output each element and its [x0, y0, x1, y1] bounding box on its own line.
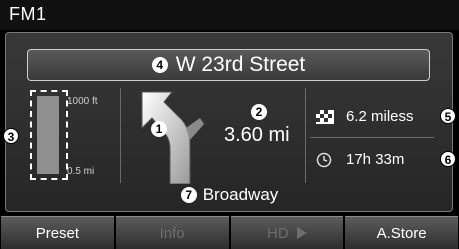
next-road: 7 Broadway — [0, 185, 459, 205]
callout-1: 1 — [151, 121, 167, 137]
auto-store-button[interactable]: A.Store — [345, 216, 458, 249]
next-road-label: Broadway — [202, 185, 279, 204]
scale-bottom-label: 0.5 mi — [67, 166, 95, 177]
source-title: FM1 — [9, 4, 47, 24]
callout-6: 6 — [440, 151, 456, 167]
distance-scale-bar — [37, 96, 59, 174]
callout-4: 4 — [151, 57, 168, 73]
turn-arrow-icon — [141, 91, 204, 184]
softkey-bar: Preset Info HD A.Store — [0, 216, 459, 249]
play-triangle-icon — [296, 227, 307, 239]
callout-3: 3 — [3, 128, 19, 144]
callout-5: 5 — [440, 108, 456, 124]
info-button[interactable]: Info — [115, 216, 229, 249]
info-label: Info — [159, 224, 185, 242]
scale-top-label: 1000 ft — [67, 96, 98, 107]
auto-store-label: A.Store — [376, 224, 427, 242]
divider-info — [310, 137, 434, 138]
distance-to-turn: 3.60 mi — [224, 124, 290, 146]
street-banner: 4 W 23rd Street — [27, 49, 430, 81]
eta-row: 17h 33m — [316, 151, 404, 168]
callout-7: 7 — [180, 187, 197, 203]
clock-icon — [316, 152, 332, 167]
destination-distance: 6.2 miless — [346, 108, 414, 125]
divider-right — [305, 88, 306, 183]
hd-label: HD — [267, 224, 289, 242]
title-bar: FM1 — [0, 0, 459, 30]
current-street: W 23rd Street — [175, 53, 306, 76]
eta-time: 17h 33m — [346, 151, 405, 168]
callout-2: 2 — [251, 104, 267, 120]
destination-distance-row: 6.2 miless — [316, 108, 414, 125]
checkered-flag-icon — [316, 109, 334, 124]
preset-label: Preset — [35, 224, 80, 242]
preset-button[interactable]: Preset — [1, 216, 114, 249]
hd-button[interactable]: HD — [230, 216, 344, 249]
divider-left — [120, 88, 121, 183]
